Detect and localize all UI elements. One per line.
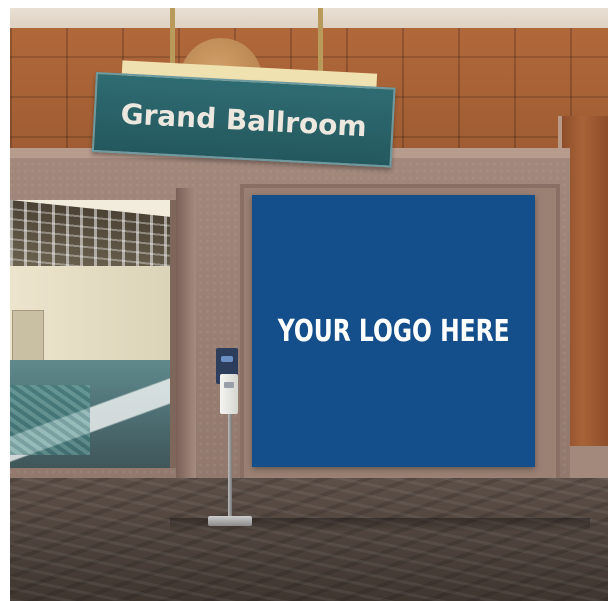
sanitizer-logo-icon [221, 356, 233, 362]
sign-hanging-rod-right [318, 8, 323, 78]
sign-text: Grand Ballroom [119, 96, 368, 143]
ballroom-doorway[interactable] [10, 200, 176, 468]
carpet-floor [10, 478, 608, 601]
dispenser-button[interactable] [224, 382, 234, 388]
banner-text: YOUR LOGO HERE [277, 313, 510, 349]
far-door [12, 310, 44, 362]
ballroom-entrance-scene: YOUR LOGO HERE Grand Ballroom [10, 8, 608, 601]
sanitizer-stand-base [208, 516, 252, 526]
grand-ballroom-sign: Grand Ballroom [91, 72, 396, 168]
ballroom-carpet-pattern [10, 385, 90, 455]
logo-banner: YOUR LOGO HERE [252, 195, 535, 467]
sanitizer-stand-pole [228, 413, 232, 523]
door-pillar [176, 188, 196, 518]
hand-sanitizer-dispenser[interactable] [220, 374, 238, 414]
